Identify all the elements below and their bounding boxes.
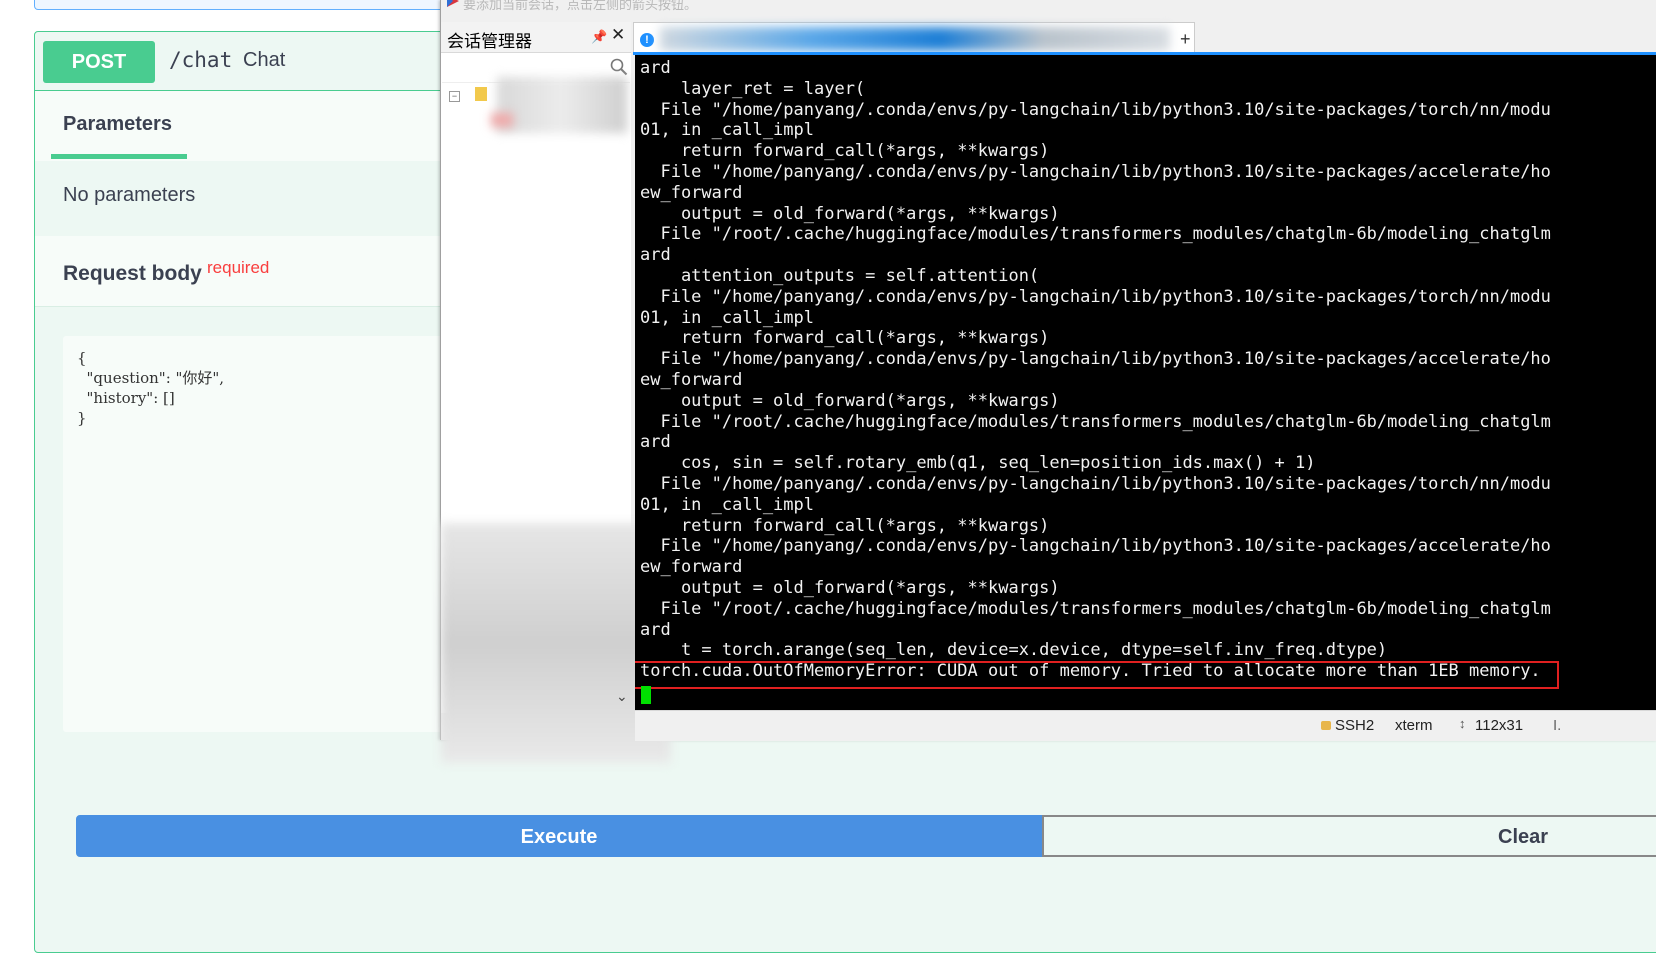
terminal-line: output = old_forward(*args, **kwargs) bbox=[640, 578, 1060, 598]
terminal-line: File "/root/.cache/huggingface/modules/t… bbox=[640, 224, 1551, 245]
terminal-line: cos, sin = self.rotary_emb(q1, seq_len=p… bbox=[640, 453, 1316, 474]
terminal-line: ew_forward bbox=[640, 182, 743, 203]
search-icon[interactable] bbox=[610, 58, 628, 76]
method-badge: POST bbox=[43, 41, 155, 83]
execute-button[interactable]: Execute bbox=[76, 815, 1042, 857]
terminal-line: File "/root/.cache/huggingface/modules/t… bbox=[640, 598, 1551, 619]
terminal-line: ew_forward bbox=[640, 557, 743, 578]
terminal-line: output = old_forward(*args, **kwargs) bbox=[640, 390, 1060, 411]
operation-summary-text: Chat bbox=[243, 49, 286, 71]
terminal-line: File "/home/panyang/.conda/envs/py-langc… bbox=[640, 162, 1551, 182]
terminal-line: ew_forward bbox=[640, 370, 743, 390]
terminal-line: 01, in _call_impl bbox=[640, 120, 814, 141]
terminal-line: File "/home/panyang/.conda/envs/py-langc… bbox=[640, 474, 1551, 494]
status-bar: SSH2 xterm ↕ 112x31 I. bbox=[635, 710, 1656, 741]
tab-parameters[interactable]: Parameters bbox=[63, 113, 172, 136]
terminal-line: File "/home/panyang/.conda/envs/py-langc… bbox=[640, 286, 1551, 307]
info-icon: ! bbox=[640, 33, 654, 47]
terminal-window: 要添加当前会话，点击左侧的箭头按钮。 会话管理器 📌 ✕ − ⌄ ! + tor… bbox=[440, 0, 1656, 763]
terminal-line: return forward_call(*args, **kwargs) bbox=[640, 141, 1050, 162]
tree-collapse-icon[interactable]: − bbox=[449, 91, 460, 102]
status-terminal-size: 112x31 bbox=[1475, 717, 1524, 734]
terminal-line: ard bbox=[640, 58, 671, 78]
tab-active-underline bbox=[51, 154, 187, 159]
session-manager-panel: − ⌄ bbox=[441, 53, 671, 763]
status-extra: I. bbox=[1553, 717, 1562, 734]
lock-icon bbox=[1321, 721, 1331, 730]
session-hint-text: 要添加当前会话，点击左侧的箭头按钮。 bbox=[463, 0, 698, 12]
folder-icon bbox=[475, 87, 487, 101]
error-highlight-box bbox=[635, 661, 1559, 689]
terminal-line: ard bbox=[640, 432, 671, 453]
terminal-line: 01, in _call_impl bbox=[640, 494, 814, 515]
terminal-line: return forward_call(*args, **kwargs) bbox=[640, 515, 1050, 536]
close-icon[interactable]: ✕ bbox=[611, 25, 625, 45]
request-body-title: Request body bbox=[63, 262, 202, 285]
flag-icon bbox=[447, 0, 459, 7]
terminal-line: 01, in _call_impl bbox=[640, 307, 814, 328]
operation-path: /chat bbox=[169, 48, 233, 72]
session-manager-title: 会话管理器 bbox=[447, 32, 532, 51]
terminal-cursor bbox=[641, 686, 651, 704]
session-manager-header: 会话管理器 📌 ✕ bbox=[441, 22, 631, 53]
terminal-line: t = torch.arange(seq_len, device=x.devic… bbox=[640, 640, 1388, 661]
resize-icon: ↕ bbox=[1459, 716, 1466, 731]
clear-button[interactable]: Clear bbox=[1042, 815, 1656, 857]
pin-icon[interactable]: 📌 bbox=[591, 29, 607, 45]
tab-active-session[interactable]: ! + bbox=[633, 22, 1195, 55]
no-parameters-text: No parameters bbox=[63, 184, 196, 206]
session-tab-bar: ! + bbox=[633, 18, 1656, 55]
terminal-line: attention_outputs = self.attention( bbox=[640, 266, 1040, 286]
session-scrollbar[interactable]: ⌄ bbox=[613, 503, 631, 713]
terminal-line: File "/home/panyang/.conda/envs/py-langc… bbox=[640, 536, 1551, 557]
chevron-down-icon[interactable]: ⌄ bbox=[616, 688, 628, 705]
terminal-line: return forward_call(*args, **kwargs) bbox=[640, 328, 1050, 349]
required-badge: required bbox=[207, 258, 270, 277]
terminal-line: output = old_forward(*args, **kwargs) bbox=[640, 203, 1060, 224]
redacted-session-entry bbox=[491, 113, 513, 127]
redacted-tab-title bbox=[660, 27, 1170, 51]
terminal-line: ard bbox=[640, 245, 671, 266]
terminal-output[interactable]: torch.cuda.OutOfMemoryError: CUDA out of… bbox=[635, 55, 1656, 710]
terminal-line: File "/home/panyang/.conda/envs/py-langc… bbox=[640, 349, 1551, 370]
terminal-line: File "/root/.cache/huggingface/modules/t… bbox=[640, 411, 1551, 432]
terminal-line: ard bbox=[640, 619, 671, 640]
request-body-json[interactable]: { "question": "你好", "history": [] } bbox=[77, 348, 224, 428]
request-body-editor[interactable]: { "question": "你好", "history": [] } bbox=[63, 336, 483, 732]
redacted-session-list bbox=[497, 77, 627, 133]
terminal-line: layer_ret = layer( bbox=[640, 78, 866, 99]
previous-operation-block[interactable] bbox=[34, 0, 466, 10]
terminal-line: File "/home/panyang/.conda/envs/py-langc… bbox=[640, 99, 1551, 120]
status-terminal-type: xterm bbox=[1395, 717, 1433, 734]
new-tab-button[interactable]: + bbox=[1180, 29, 1191, 50]
clear-button-label: Clear bbox=[1498, 826, 1549, 848]
status-protocol: SSH2 bbox=[1335, 717, 1375, 734]
